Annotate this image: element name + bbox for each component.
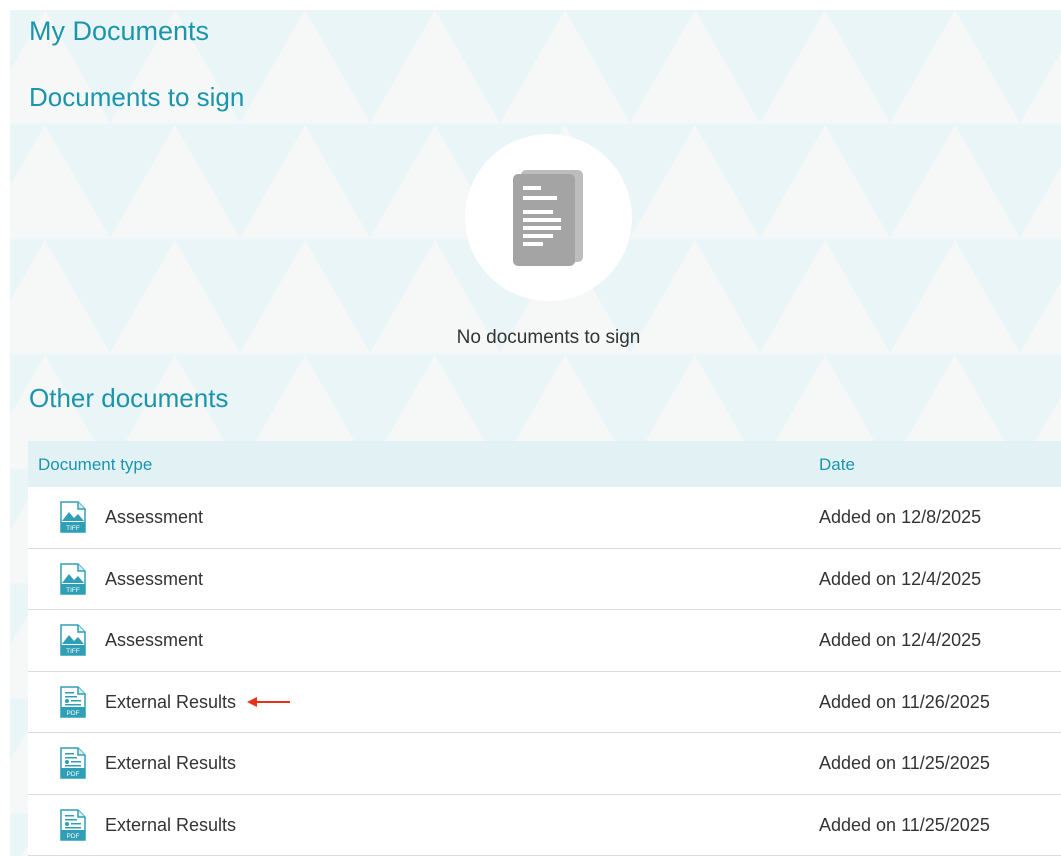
svg-text:PDF: PDF (67, 771, 80, 778)
documents-to-sign-heading: Documents to sign (29, 82, 245, 112)
document-date: Added on 12/4/2025 (819, 568, 982, 589)
documents-table: Document type Date TIFF Assessment Added o… (28, 441, 1061, 856)
table-header: Document type Date (28, 441, 1061, 487)
page-container: My Documents Documents to sign No docume… (10, 10, 1061, 856)
table-row[interactable]: TIFF Assessment Added on 12/8/2025 (28, 487, 1061, 549)
document-date: Added on 11/26/2025 (819, 691, 990, 712)
document-type-link[interactable]: External Results (105, 692, 236, 713)
empty-state-circle (465, 134, 632, 301)
document-type-link[interactable]: External Results (105, 815, 236, 836)
table-row[interactable]: PDF External Results Added on 11/25/2025 (28, 794, 1061, 856)
table-row[interactable]: TIFF Assessment Added on 12/4/2025 (28, 610, 1061, 672)
table-row[interactable]: TIFF Assessment Added on 12/4/2025 (28, 548, 1061, 610)
document-date: Added on 11/25/2025 (819, 753, 990, 773)
document-type-link[interactable]: Assessment (105, 630, 203, 651)
pdf-file-icon: PDF (60, 747, 86, 779)
table-row[interactable]: PDF External Results Added on 11/26/2025 (28, 671, 1061, 733)
annotation-arrow-icon (247, 696, 290, 707)
document-date: Added on 12/8/2025 (819, 507, 982, 527)
tiff-file-icon: TIFF (60, 562, 86, 595)
table-row[interactable]: PDF External Results Added on 11/25/2025 (28, 733, 1061, 795)
table-body: TIFF Assessment Added on 12/8/2025 TIFF Asse… (28, 487, 1061, 856)
pdf-file-icon: PDF (60, 685, 86, 718)
column-header-document-type[interactable]: Document type (38, 455, 152, 475)
svg-text:PDF: PDF (67, 833, 80, 840)
column-header-date[interactable]: Date (819, 455, 855, 475)
other-documents-heading: Other documents (29, 383, 229, 413)
tiff-file-icon: TIFF (60, 624, 86, 656)
document-date: Added on 12/4/2025 (819, 630, 982, 650)
document-type-link[interactable]: External Results (105, 753, 236, 774)
document-date: Added on 11/25/2025 (819, 814, 990, 835)
document-type-link[interactable]: Assessment (105, 507, 203, 528)
document-type-link[interactable]: Assessment (105, 569, 203, 590)
page-title: My Documents (29, 16, 210, 46)
svg-text:PDF: PDF (67, 710, 80, 717)
tiff-file-icon: TIFF (60, 501, 86, 533)
svg-text:TIFF: TIFF (66, 587, 80, 594)
document-stack-icon (512, 169, 583, 266)
pdf-file-icon: PDF (60, 808, 86, 841)
svg-text:TIFF: TIFF (66, 648, 80, 655)
svg-text:TIFF: TIFF (66, 525, 80, 532)
empty-state-message: No documents to sign (456, 327, 641, 348)
